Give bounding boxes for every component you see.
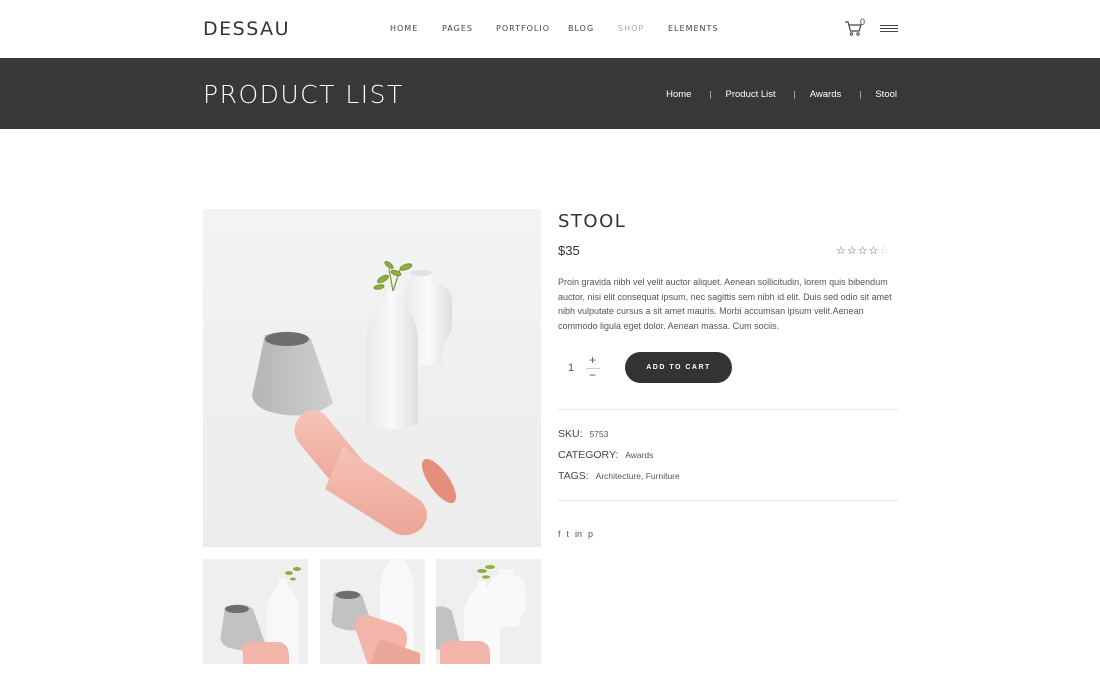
product-thumbnail[interactable]	[320, 559, 425, 664]
site-logo[interactable]: DESSAU	[203, 18, 290, 40]
page-title: PRODUCT LIST	[203, 80, 404, 109]
star-icon: ☆	[846, 245, 857, 257]
nav-item-home[interactable]: HOME	[390, 24, 418, 33]
product-tags: TAGS: Architecture, Furniture	[558, 470, 680, 482]
nav-item-shop[interactable]: SHOP	[618, 24, 644, 33]
nav-item-elements[interactable]: ELEMENTS	[668, 24, 718, 33]
quantity-stepper: 1 + −	[558, 353, 602, 383]
tags-label: TAGS:	[558, 470, 589, 482]
linkedin-icon[interactable]: in	[575, 529, 582, 539]
divider	[558, 500, 898, 501]
star-icon: ☆	[857, 245, 868, 257]
product-rating: ☆ ☆ ☆ ☆ ☆	[836, 244, 889, 257]
pinterest-icon[interactable]: p	[588, 529, 593, 539]
sku-value: 5753	[589, 429, 609, 439]
quantity-value[interactable]: 1	[568, 362, 574, 374]
product-sku: SKU: 5753	[558, 428, 608, 440]
quantity-increase-button[interactable]: +	[589, 353, 596, 367]
cart-count-badge: 0	[860, 17, 866, 27]
tags-links[interactable]: Architecture, Furniture	[596, 471, 680, 481]
hamburger-menu-icon[interactable]	[880, 25, 898, 33]
social-share: f t in p	[558, 529, 593, 539]
breadcrumb-current: Stool	[875, 89, 897, 100]
top-navbar: DESSAU HOME PAGES PORTFOLIO BLOG SHOP EL…	[0, 0, 1100, 58]
product-thumbnail[interactable]	[203, 559, 308, 664]
add-to-cart-button[interactable]: ADD TO CART	[625, 352, 732, 383]
quantity-decrease-button[interactable]: −	[589, 368, 596, 382]
product-category: CATEGORY: Awards	[558, 449, 653, 461]
product-thumbnail[interactable]	[436, 559, 541, 664]
breadcrumb-separator: |	[709, 90, 712, 99]
product-title: STOOL	[558, 211, 627, 232]
breadcrumb: Home | Product List | Awards | Stool	[666, 89, 897, 100]
breadcrumb-separator: |	[859, 90, 862, 99]
nav-item-pages[interactable]: PAGES	[442, 24, 473, 33]
product-description: Proin gravida nibh vel velit auctor aliq…	[558, 277, 892, 331]
star-empty-icon: ☆	[879, 245, 890, 257]
breadcrumb-product-list[interactable]: Product List	[726, 89, 776, 100]
product-main-image[interactable]	[203, 209, 541, 547]
nav-item-portfolio[interactable]: PORTFOLIO	[496, 24, 550, 33]
breadcrumb-home[interactable]: Home	[666, 89, 691, 100]
nav-item-blog[interactable]: BLOG	[568, 24, 594, 33]
divider	[558, 409, 898, 410]
star-icon: ☆	[868, 245, 879, 257]
breadcrumb-awards[interactable]: Awards	[810, 89, 842, 100]
category-label: CATEGORY:	[558, 449, 619, 461]
sku-label: SKU:	[558, 428, 583, 440]
category-link[interactable]: Awards	[625, 450, 653, 460]
breadcrumb-separator: |	[793, 90, 796, 99]
product-price: $35	[558, 243, 580, 258]
page-title-band: PRODUCT LIST Home | Product List | Award…	[0, 58, 1100, 129]
star-icon: ☆	[836, 245, 846, 257]
twitter-icon[interactable]: t	[567, 529, 570, 539]
facebook-icon[interactable]: f	[558, 529, 561, 539]
